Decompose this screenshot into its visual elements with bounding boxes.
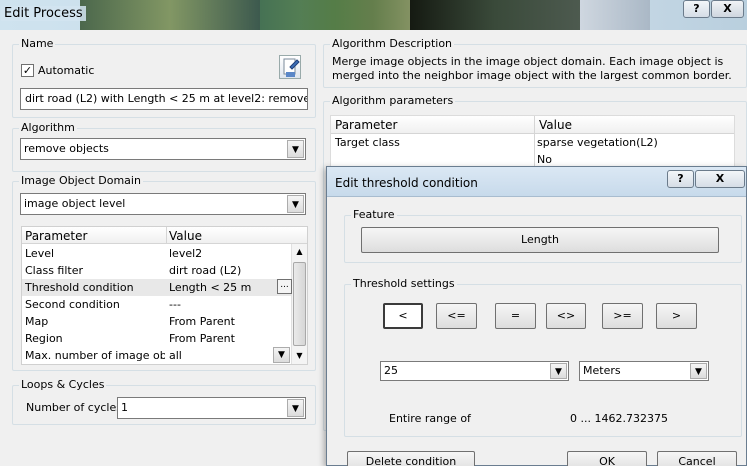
chevron-down-icon[interactable]: ▼ [287,140,304,158]
param-name: Class filter [25,264,84,277]
param-name[interactable]: Target class [335,136,400,149]
threshold-settings-title: Threshold settings [351,277,457,290]
column-divider [534,116,535,168]
document-edit-icon [283,58,300,77]
table-row[interactable]: Level level2 [22,245,292,262]
table-row[interactable]: Region From Parent [22,330,292,347]
param-name: Region [25,332,63,345]
threshold-dialog: Edit threshold condition ? X Feature Len… [326,166,747,466]
operator-equal-button[interactable]: = [495,303,536,329]
table-row[interactable]: Max. number of image obj... all ▼ [22,347,292,364]
titlebar-background-2 [260,0,410,30]
algorithm-parameters-table: Parameter Value Target class sparse vege… [330,115,735,168]
scroll-down-icon[interactable]: ▼ [292,348,307,364]
range-value: 0 ... 1462.732375 [570,412,668,425]
domain-parameter-table: Parameter Value Level level2 Class filte… [21,226,308,365]
dialog-title: Edit threshold condition [335,176,478,190]
param-name: Level [25,247,55,260]
param-value: From Parent [169,315,235,328]
param-value: --- [169,298,181,311]
table-row[interactable]: Map From Parent [22,313,292,330]
threshold-value-select[interactable]: 25 ▼ [380,361,569,381]
domain-select-value: image object level [24,197,126,210]
ok-button[interactable]: OK [567,451,647,466]
column-header-value: Value [539,118,572,132]
operator-greater-than-button[interactable]: > [656,303,697,329]
param-value: level2 [169,247,203,260]
automatic-checkbox[interactable]: ✓ [21,64,34,77]
algorithm-group-title: Algorithm [19,121,77,134]
cycles-label: Number of cycles [26,401,122,414]
threshold-edit-button[interactable]: ... [277,279,292,294]
algorithm-description-text: Merge image objects in the image object … [332,55,732,82]
param-name: Threshold condition [25,281,134,294]
column-header-parameter: Parameter [25,229,88,243]
algorithm-select-value: remove objects [24,142,109,155]
dialog-help-button[interactable]: ? [667,170,694,188]
operator-greater-equal-button[interactable]: >= [602,303,643,329]
operator-less-equal-button[interactable]: <= [436,303,477,329]
range-label: Entire range of [389,412,471,425]
feature-group-title: Feature [351,208,397,221]
cycles-select[interactable]: 1 ▼ [117,397,306,419]
loops-group-title: Loops & Cycles [19,378,107,391]
algorithm-select[interactable]: remove objects ▼ [20,138,306,160]
dialog-close-button[interactable]: X [695,170,745,188]
operator-less-than-button[interactable]: < [383,303,423,329]
table-scrollbar[interactable]: ▲ ▼ [291,244,307,364]
column-divider [166,227,167,244]
param-value: dirt road (L2) [169,264,242,277]
param-value: From Parent [169,332,235,345]
delete-condition-button[interactable]: Delete condition [347,451,475,466]
param-name: Second condition [25,298,120,311]
feature-button[interactable]: Length [361,227,719,253]
unit-value: Meters [583,364,621,377]
edit-name-icon[interactable] [279,55,301,79]
help-button[interactable]: ? [683,0,710,18]
titlebar-background-3 [410,0,580,30]
param-name: Map [25,315,49,328]
table-row-selected[interactable]: Threshold condition Length < 25 m [22,279,292,296]
window-title: Edit Process [1,6,86,21]
domain-select[interactable]: image object level ▼ [20,193,306,215]
param-value: Length < 25 m [169,281,252,294]
unit-select[interactable]: Meters ▼ [579,361,709,381]
param-value[interactable]: sparse vegetation(L2) [537,136,658,149]
chevron-down-icon[interactable]: ▼ [550,363,567,379]
chevron-down-icon[interactable]: ▼ [287,195,304,213]
titlebar-background [80,0,260,30]
algorithm-parameters-title: Algorithm parameters [330,94,456,107]
description-group-title: Algorithm Description [330,37,455,50]
cycles-select-value: 1 [121,401,128,414]
process-name-input[interactable]: dirt road (L2) with Length < 25 m at lev… [20,88,308,110]
table-row[interactable]: Class filter dirt road (L2) [22,262,292,279]
table-header: Parameter Value [331,116,734,134]
column-header-value: Value [169,229,202,243]
dialog-titlebar: Edit threshold condition ? X [327,167,746,197]
cancel-button[interactable]: Cancel [657,451,737,466]
window-titlebar: Edit Process ? X [0,0,747,30]
close-button[interactable]: X [711,0,744,18]
domain-group-title: Image Object Domain [19,174,143,187]
chevron-down-icon[interactable]: ▼ [273,347,290,363]
name-group-title: Name [19,37,56,50]
param-value: all [169,349,182,362]
operator-not-equal-button[interactable]: <> [546,303,586,329]
table-header: Parameter Value [22,227,307,244]
chevron-down-icon[interactable]: ▼ [690,363,707,379]
threshold-value: 25 [384,364,398,377]
titlebar-background-4 [580,0,650,30]
chevron-down-icon[interactable]: ▼ [287,399,304,417]
scroll-up-icon[interactable]: ▲ [292,244,307,260]
column-header-parameter: Parameter [335,118,398,132]
param-value[interactable]: No [537,153,552,166]
table-row[interactable]: Second condition --- [22,296,292,313]
scroll-thumb[interactable] [293,262,306,346]
param-name: Max. number of image obj... [25,349,165,362]
automatic-label: Automatic [38,64,95,77]
